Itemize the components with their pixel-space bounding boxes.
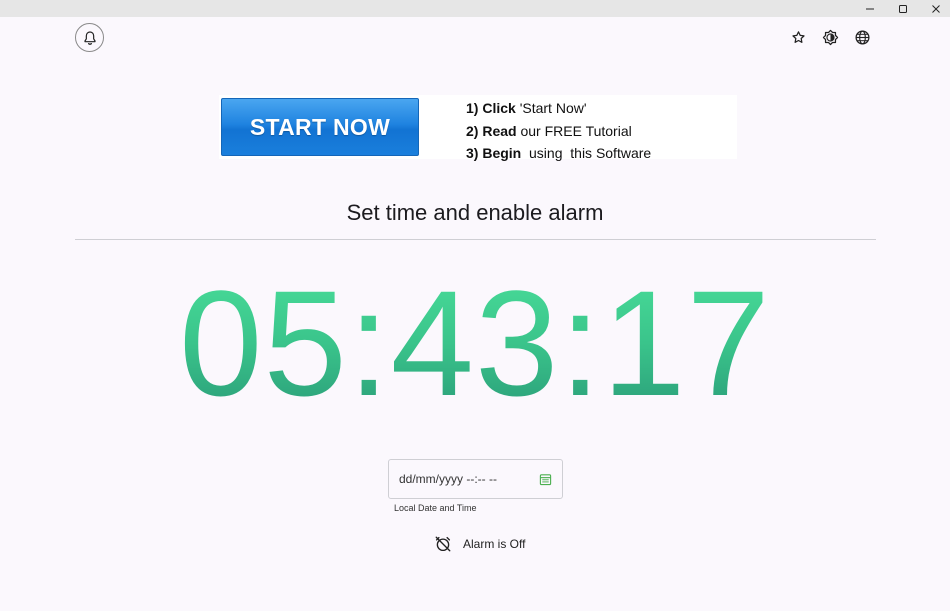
datetime-label: Local Date and Time bbox=[394, 503, 477, 513]
start-now-button[interactable]: START NOW bbox=[221, 98, 419, 156]
close-button[interactable] bbox=[919, 0, 950, 17]
favorites-button[interactable] bbox=[789, 28, 807, 46]
maximize-button[interactable] bbox=[886, 0, 920, 17]
minimize-icon bbox=[866, 8, 874, 9]
alarm-toggle[interactable]: Alarm is Off bbox=[434, 534, 525, 554]
datetime-input[interactable]: dd/mm/yyyy --:-- -- bbox=[388, 459, 563, 499]
ad-banner[interactable]: START NOW 1) Click 'Start Now' 2) Read o… bbox=[219, 95, 737, 161]
close-icon bbox=[932, 4, 940, 13]
ad-step-3: 3) Begin using this Software bbox=[466, 145, 652, 161]
globe-icon bbox=[854, 29, 870, 45]
theme-button[interactable] bbox=[821, 28, 839, 46]
ad-step-1: 1) Click 'Start Now' bbox=[466, 100, 587, 116]
maximize-icon bbox=[899, 4, 907, 13]
notifications-button[interactable] bbox=[75, 23, 104, 52]
clock-display: 05:43:17 bbox=[0, 268, 950, 418]
alarm-status-text: Alarm is Off bbox=[463, 537, 526, 551]
brightness-icon bbox=[822, 29, 838, 45]
divider bbox=[75, 239, 876, 240]
datetime-input-value: dd/mm/yyyy --:-- -- bbox=[399, 472, 497, 486]
page-title: Set time and enable alarm bbox=[346, 200, 604, 225]
language-button[interactable] bbox=[853, 28, 871, 46]
alarm-off-icon bbox=[435, 536, 451, 552]
calendar-icon[interactable] bbox=[539, 473, 552, 486]
ad-steps: 1) Click 'Start Now' 2) Read our FREE Tu… bbox=[466, 97, 651, 165]
star-icon bbox=[791, 30, 805, 43]
ad-step-2: 2) Read our FREE Tutorial bbox=[466, 122, 632, 139]
window-titlebar bbox=[0, 0, 950, 17]
bell-icon bbox=[83, 30, 96, 45]
minimize-button[interactable] bbox=[853, 0, 887, 17]
